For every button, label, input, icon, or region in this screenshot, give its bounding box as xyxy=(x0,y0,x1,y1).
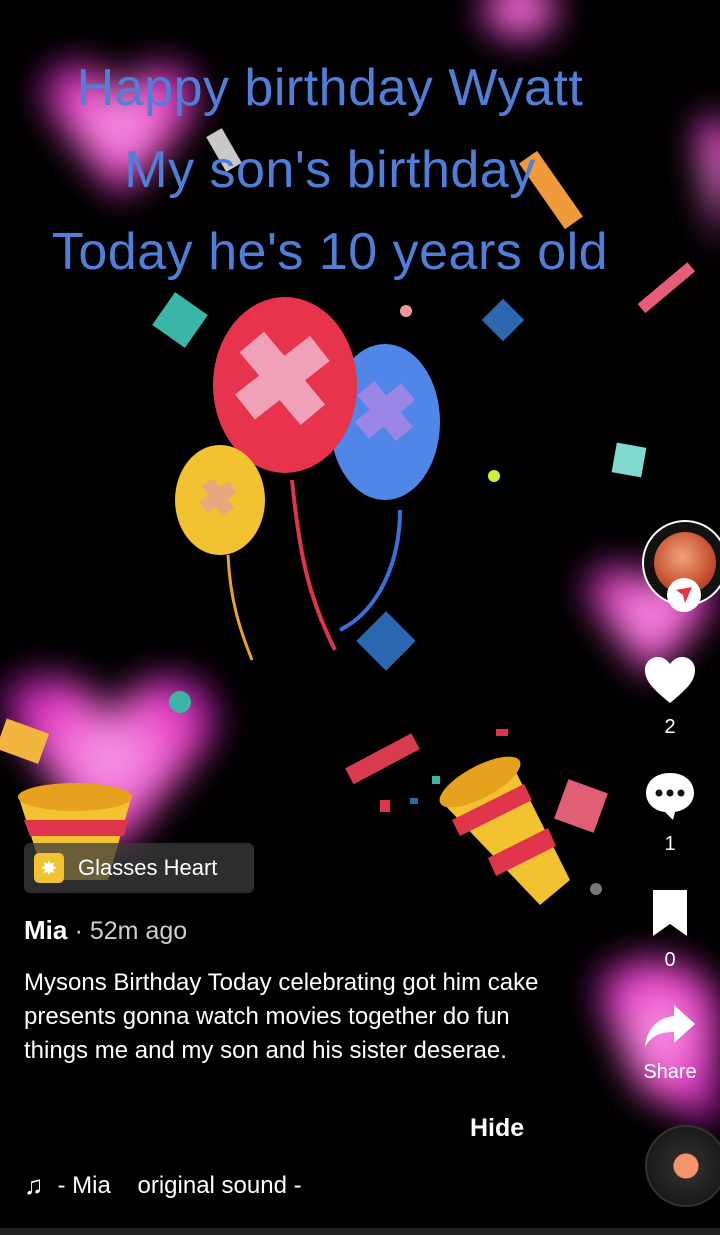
progress-bar[interactable] xyxy=(0,1228,720,1235)
effect-chip[interactable]: ✸ Glasses Heart xyxy=(24,843,254,893)
author-row: Mia · 52m ago xyxy=(24,915,187,946)
save-button[interactable]: 0 xyxy=(620,888,720,972)
effect-label: Glasses Heart xyxy=(78,855,218,880)
share-label: Share xyxy=(643,1061,697,1083)
overlay-line-1: Happy birthday Wyatt xyxy=(76,59,584,117)
overlay-line-2: My son's birthday xyxy=(124,141,536,199)
overlay-line-3: Today he's 10 years old xyxy=(51,223,609,281)
save-count: 0 xyxy=(664,949,676,971)
share-button[interactable]: Share xyxy=(620,1002,720,1084)
like-button[interactable]: 2 xyxy=(620,655,720,739)
music-note-icon: ♫ xyxy=(24,1170,44,1200)
comment-icon xyxy=(646,773,694,820)
post-caption: Mysons Birthday Today celebrating got hi… xyxy=(24,969,539,1064)
sound-disc[interactable] xyxy=(645,1125,720,1207)
comment-count: 1 xyxy=(664,833,676,855)
hide-caption-button[interactable]: Hide xyxy=(470,1114,524,1143)
author-name[interactable]: Mia xyxy=(24,915,67,945)
sound-row[interactable]: ♫ - Mia original sound - xyxy=(24,1170,302,1201)
heart-icon xyxy=(645,657,695,703)
like-count: 2 xyxy=(664,716,676,738)
follow-button[interactable] xyxy=(667,578,701,612)
follow-icon xyxy=(676,587,692,603)
video-stage[interactable]: Happy birthday Wyatt My son's birthday T… xyxy=(0,0,720,1235)
comment-button[interactable]: 1 xyxy=(620,770,720,856)
sound-label: - Mia original sound - xyxy=(57,1171,302,1199)
bookmark-icon xyxy=(653,890,687,936)
share-icon xyxy=(645,1005,695,1047)
sparkle-icon: ✸ xyxy=(34,853,64,883)
post-time: · 52m ago xyxy=(74,917,188,945)
